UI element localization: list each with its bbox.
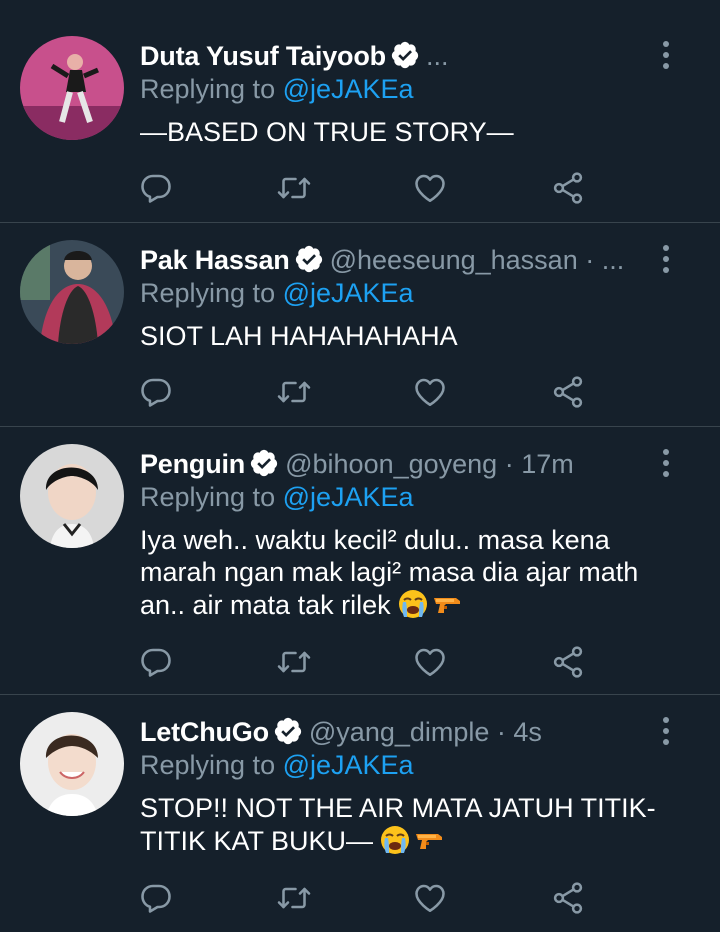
reply-button[interactable] bbox=[138, 644, 174, 680]
avatar[interactable] bbox=[20, 712, 124, 816]
tweet[interactable]: LetChuGo @yang_dimple · 4s Replying to @j… bbox=[0, 694, 720, 932]
tweet-text-line-content: TITIK KAT BUKU— bbox=[140, 826, 374, 856]
like-icon bbox=[412, 170, 448, 206]
replying-to-label: Replying to bbox=[140, 74, 276, 104]
mention-link[interactable]: @jeJAKEa bbox=[283, 750, 414, 780]
reply-button[interactable] bbox=[138, 170, 174, 206]
mention-link[interactable]: @jeJAKEa bbox=[283, 74, 414, 104]
replying-to: Replying to @jeJAKEa bbox=[140, 480, 414, 514]
display-name[interactable]: LetChuGo bbox=[140, 717, 269, 747]
tweet-text: Iya weh.. waktu kecil² dulu.. masa kena … bbox=[140, 524, 670, 621]
tweet-text-line-content: an.. air mata tak rilek bbox=[140, 590, 391, 620]
replying-to: Replying to @jeJAKEa bbox=[140, 72, 414, 106]
tweet-text-line: —BASED ON TRUE STORY— bbox=[140, 117, 514, 147]
tweet-actions bbox=[0, 374, 720, 414]
verified-badge-icon bbox=[294, 244, 324, 274]
reply-icon bbox=[138, 374, 174, 410]
display-name[interactable]: Duta Yusuf Taiyoob bbox=[140, 41, 386, 71]
like-button[interactable] bbox=[412, 170, 448, 206]
water-pistol-icon bbox=[431, 588, 463, 620]
more-vertical-icon[interactable] bbox=[654, 445, 678, 481]
tweet-header: Pak Hassan @heeseung_hassan · ... bbox=[140, 240, 640, 280]
share-button[interactable] bbox=[550, 170, 586, 206]
tweet-text-line: marah ngan mak lagi² masa dia ajar math bbox=[140, 557, 639, 587]
share-button[interactable] bbox=[550, 374, 586, 410]
like-icon bbox=[412, 880, 448, 916]
display-name[interactable]: Penguin bbox=[140, 449, 245, 479]
like-icon bbox=[412, 374, 448, 410]
share-button[interactable] bbox=[550, 880, 586, 916]
tweet-text-line: Iya weh.. waktu kecil² dulu.. masa kena bbox=[140, 525, 610, 555]
like-button[interactable] bbox=[412, 644, 448, 680]
display-name[interactable]: Pak Hassan bbox=[140, 245, 290, 275]
retweet-icon bbox=[276, 170, 312, 206]
replying-to-label: Replying to bbox=[140, 482, 276, 512]
loudly-crying-face-icon bbox=[379, 824, 411, 856]
tweet-text: STOP!! NOT THE AIR MATA JATUH TITIK- TIT… bbox=[140, 792, 670, 857]
handle: @yang_dimple · 4s bbox=[308, 717, 542, 747]
tweet-text: SIOT LAH HAHAHAHAHA bbox=[140, 320, 670, 352]
like-button[interactable] bbox=[412, 880, 448, 916]
retweet-icon bbox=[276, 374, 312, 410]
more-vertical-icon[interactable] bbox=[654, 37, 678, 73]
tweet-actions bbox=[0, 644, 720, 684]
tweet-header: LetChuGo @yang_dimple · 4s bbox=[140, 712, 640, 752]
replying-to-label: Replying to bbox=[140, 278, 276, 308]
mention-link[interactable]: @jeJAKEa bbox=[283, 482, 414, 512]
tweet-text-line: an.. air mata tak rilek bbox=[140, 588, 670, 621]
like-icon bbox=[412, 644, 448, 680]
avatar[interactable] bbox=[20, 240, 124, 344]
tweet[interactable]: Penguin @bihoon_goyeng · 17m Replying to … bbox=[0, 426, 720, 695]
handle: @bihoon_goyeng · 17m bbox=[285, 449, 574, 479]
avatar[interactable] bbox=[20, 36, 124, 140]
replying-to-label: Replying to bbox=[140, 750, 276, 780]
tweet-actions bbox=[0, 170, 720, 210]
tweet-text-line: SIOT LAH HAHAHAHAHA bbox=[140, 321, 458, 351]
more-vertical-icon[interactable] bbox=[654, 241, 678, 277]
mention-link[interactable]: @jeJAKEa bbox=[283, 278, 414, 308]
verified-badge-icon bbox=[273, 716, 303, 746]
avatar[interactable] bbox=[20, 444, 124, 548]
like-button[interactable] bbox=[412, 374, 448, 410]
loudly-crying-face-icon bbox=[397, 588, 429, 620]
share-icon bbox=[550, 880, 586, 916]
retweet-button[interactable] bbox=[276, 374, 312, 410]
reply-button[interactable] bbox=[138, 880, 174, 916]
share-icon bbox=[550, 170, 586, 206]
handle: @heeseung_hassan · ... bbox=[329, 245, 625, 275]
tweet-header: Penguin @bihoon_goyeng · 17m bbox=[140, 444, 640, 484]
retweet-icon bbox=[276, 644, 312, 680]
more-vertical-icon[interactable] bbox=[654, 713, 678, 749]
verified-badge-icon bbox=[249, 448, 279, 478]
tweet-text-line: STOP!! NOT THE AIR MATA JATUH TITIK- bbox=[140, 793, 656, 823]
reply-icon bbox=[138, 880, 174, 916]
reply-button[interactable] bbox=[138, 374, 174, 410]
water-pistol-icon bbox=[413, 824, 445, 856]
tweet-header: Duta Yusuf Taiyoob... bbox=[140, 36, 640, 76]
verified-badge-icon bbox=[390, 40, 420, 70]
share-button[interactable] bbox=[550, 644, 586, 680]
retweet-button[interactable] bbox=[276, 170, 312, 206]
handle: ... bbox=[425, 41, 449, 71]
tweet-text-line: TITIK KAT BUKU— bbox=[140, 824, 670, 857]
share-icon bbox=[550, 374, 586, 410]
share-icon bbox=[550, 644, 586, 680]
tweet[interactable]: Pak Hassan @heeseung_hassan · ... Replyin… bbox=[0, 222, 720, 427]
replying-to: Replying to @jeJAKEa bbox=[140, 276, 414, 310]
retweet-button[interactable] bbox=[276, 644, 312, 680]
tweet-text: —BASED ON TRUE STORY— bbox=[140, 116, 670, 148]
replying-to: Replying to @jeJAKEa bbox=[140, 748, 414, 782]
tweet-actions bbox=[0, 880, 720, 920]
tweet[interactable]: Duta Yusuf Taiyoob... Replying to @jeJAK… bbox=[0, 0, 720, 223]
reply-icon bbox=[138, 170, 174, 206]
retweet-icon bbox=[276, 880, 312, 916]
reply-icon bbox=[138, 644, 174, 680]
retweet-button[interactable] bbox=[276, 880, 312, 916]
